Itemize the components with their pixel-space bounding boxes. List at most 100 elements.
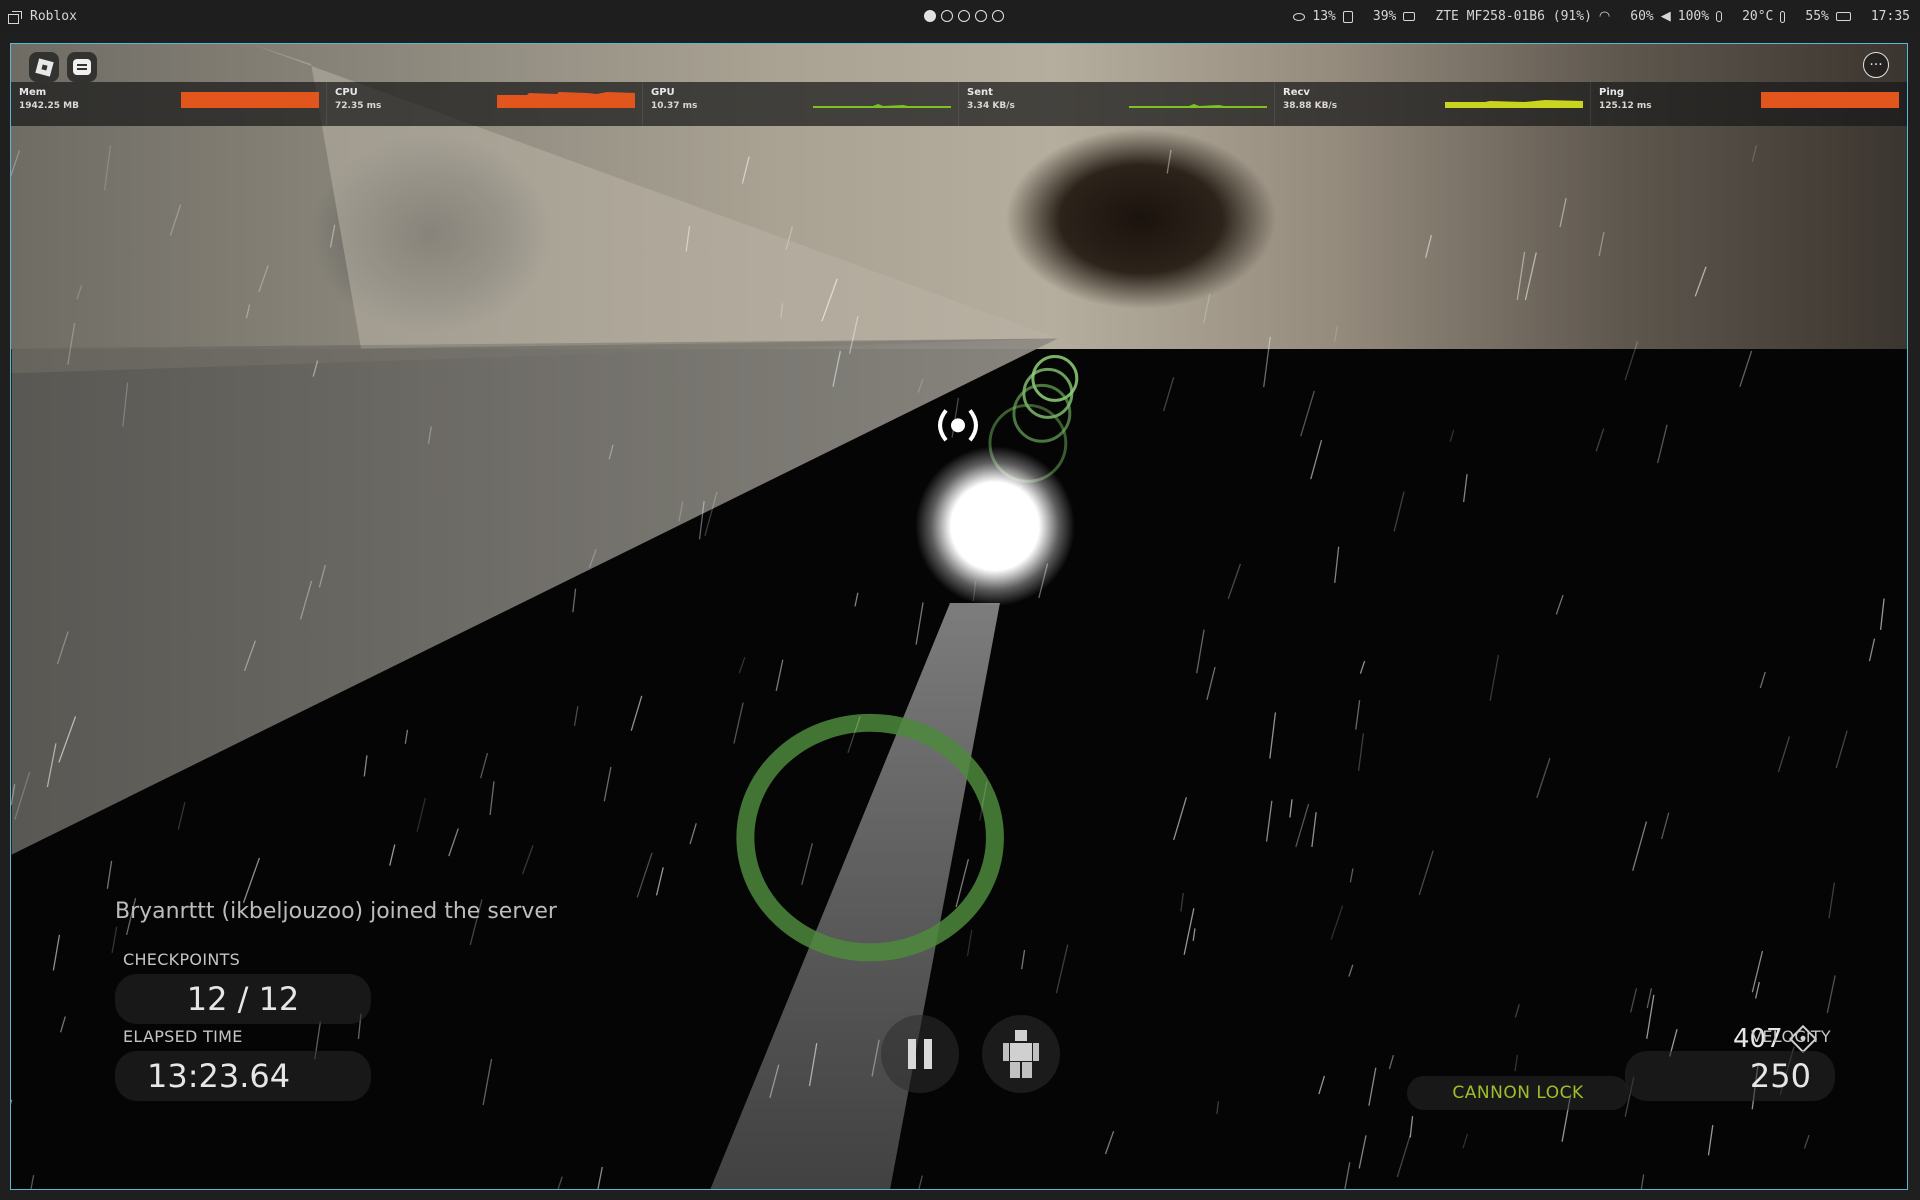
more-options-button[interactable]: ··· — [1863, 52, 1889, 78]
rain-streak — [1826, 975, 1836, 1014]
stat-sent: Sent 3.34 KB/s — [959, 82, 1275, 126]
rain-streak — [951, 397, 960, 438]
rain-streak — [704, 491, 718, 536]
rain-streak — [111, 926, 118, 953]
rain-streak — [1196, 629, 1205, 674]
rain-streak — [678, 501, 684, 522]
rain-streak — [1425, 234, 1433, 258]
workspace-2[interactable] — [941, 10, 953, 22]
rain-streak — [1359, 660, 1366, 674]
rain-streak — [1104, 1130, 1115, 1155]
rain-streak — [1754, 981, 1760, 999]
rain-streak — [1203, 293, 1211, 324]
system-top-bar: Roblox 13% 39% ZTE MF258-01B6 (91%) ◠ 60… — [0, 0, 1920, 33]
active-window-title: Roblox — [30, 9, 77, 24]
rain-streak — [169, 204, 182, 236]
stat-value: 72.35 ms — [335, 101, 382, 111]
roblox-menu-button[interactable] — [29, 52, 59, 82]
rain-streak — [801, 843, 813, 886]
rain-streak — [557, 1176, 563, 1189]
rain-streak — [1295, 803, 1310, 847]
rain-streak — [1269, 712, 1277, 759]
network-name[interactable]: ZTE MF258-01B6 (91%) — [1435, 9, 1592, 24]
chat-icon — [73, 59, 91, 75]
workspace-3[interactable] — [958, 10, 970, 22]
storage-icon — [1342, 10, 1353, 23]
roblox-logo-icon — [34, 57, 54, 77]
rain-streak — [242, 857, 261, 904]
rain-streak — [30, 1174, 35, 1189]
rain-streak — [1311, 812, 1317, 848]
pause-icon — [908, 1039, 932, 1069]
rain-streak — [1640, 1174, 1645, 1189]
rain-streak — [1707, 1125, 1714, 1156]
rain-streak — [915, 602, 924, 645]
roblox-game-window[interactable]: ··· Mem 1942.25 MB CPU 72.35 ms GPU 10.37 ms S… — [10, 43, 1908, 1190]
rain-streak — [689, 823, 697, 845]
rain-streak — [1646, 994, 1655, 1039]
workspace-4[interactable] — [975, 10, 987, 22]
rain-streak — [597, 1166, 603, 1189]
stat-recv: Recv 38.88 KB/s — [1275, 82, 1591, 126]
rain-streak — [1349, 868, 1354, 883]
rain-streak — [685, 225, 691, 252]
memory-icon — [1403, 12, 1416, 21]
rain-streak — [1555, 594, 1564, 615]
rain-streak — [1013, 485, 1022, 528]
workspace-1[interactable] — [924, 10, 936, 22]
rain-streak — [918, 1175, 923, 1189]
rain-streak — [733, 702, 744, 744]
rain-streak — [59, 1016, 66, 1033]
wifi-icon[interactable]: ◠ — [1599, 9, 1610, 24]
rain-streak — [1355, 700, 1361, 730]
rain-streak — [56, 631, 69, 665]
stat-value: 1942.25 MB — [19, 101, 79, 111]
rain-streak — [832, 350, 842, 387]
pause-button[interactable] — [881, 1015, 959, 1093]
rain-streak — [299, 580, 313, 620]
rain-streak — [738, 656, 746, 674]
rain-streak — [389, 844, 396, 866]
workspace-5[interactable] — [992, 10, 1004, 22]
rain-streak — [966, 929, 973, 957]
clock[interactable]: 17:35 — [1871, 9, 1910, 24]
stat-graph — [1761, 92, 1899, 108]
rain-streak — [775, 659, 784, 691]
workspace-switcher[interactable] — [924, 10, 1004, 22]
chat-button[interactable] — [67, 52, 97, 82]
performance-stats-bar: Mem 1942.25 MB CPU 72.35 ms GPU 10.37 ms Sent 3… — [11, 82, 1907, 126]
volume-value[interactable]: 100% — [1678, 9, 1709, 24]
rain-streak — [318, 564, 326, 588]
microphone-icon[interactable] — [1716, 11, 1723, 22]
rain-streak — [1646, 988, 1653, 1009]
rain-streak — [11, 784, 16, 806]
thermometer-icon — [1780, 10, 1786, 23]
rain-streak — [245, 304, 251, 319]
rain-streak — [1334, 546, 1340, 583]
rain-streak — [1021, 949, 1026, 970]
stat-graph — [1129, 104, 1267, 108]
rain-streak — [312, 360, 319, 377]
rain-streak — [1694, 266, 1707, 297]
rain-streak — [1489, 654, 1500, 701]
rain-streak — [854, 592, 859, 607]
velocity-label: VELOCITY — [1751, 1027, 1831, 1046]
rain-streak — [1348, 964, 1354, 977]
rain-streak — [636, 852, 653, 898]
rain-streak — [1265, 800, 1273, 842]
checkpoints-value: 12 / 12 — [186, 980, 300, 1018]
rain-streak — [1183, 908, 1195, 955]
rain-streak — [1163, 377, 1175, 412]
rain-streak — [847, 716, 861, 754]
rain-streak — [243, 640, 257, 672]
rain-streak — [1449, 429, 1455, 442]
volume-icon[interactable]: ◀ — [1661, 9, 1671, 24]
brightness-value[interactable]: 60% — [1630, 9, 1653, 24]
rain-streak — [1344, 1162, 1351, 1189]
rain-streak — [52, 934, 61, 971]
elapsed-time-value: 13:23.64 — [147, 1057, 291, 1095]
rain-streak — [1630, 988, 1638, 1013]
active-window[interactable]: Roblox — [8, 0, 77, 33]
character-button[interactable] — [982, 1015, 1060, 1093]
rain-streak — [1660, 812, 1670, 840]
